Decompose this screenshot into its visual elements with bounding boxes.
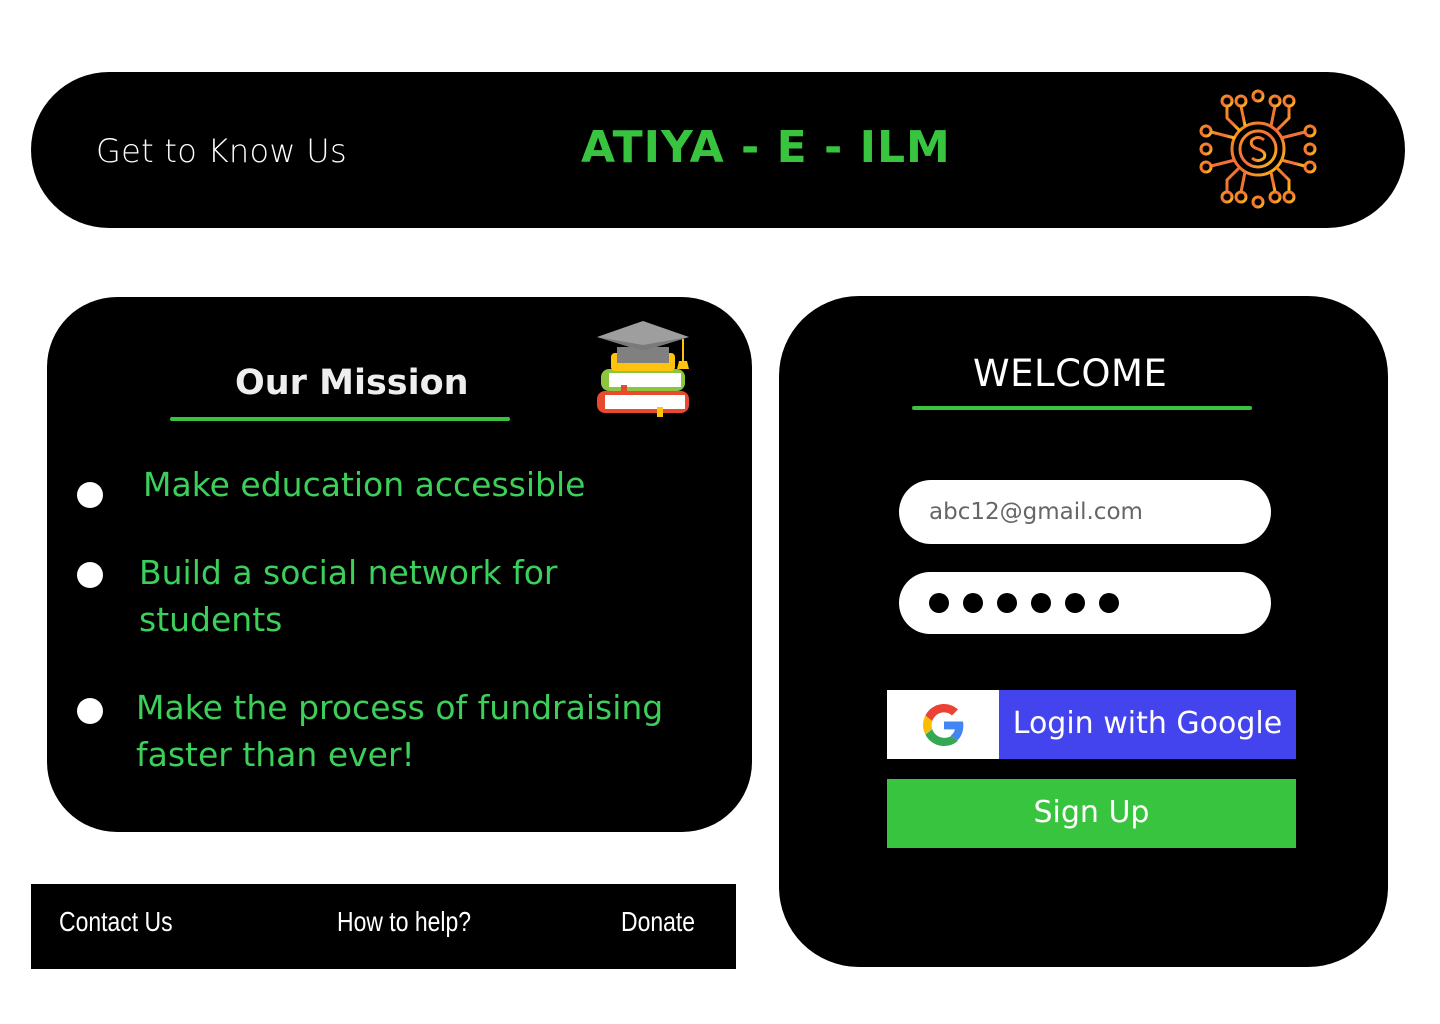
footer-nav: Contact Us How to help? Donate (31, 884, 736, 969)
login-panel: WELCOME abc12@gmail.com Login with Googl… (779, 296, 1388, 967)
get-to-know-us-link[interactable]: Get to Know Us (96, 132, 347, 170)
donate-link[interactable]: Donate (621, 906, 695, 938)
brand-title: ATIYA - E - ILM (581, 122, 951, 173)
password-field[interactable] (899, 572, 1271, 634)
sign-up-button[interactable]: Sign Up (887, 779, 1296, 848)
bullet-dot (77, 482, 103, 508)
header-bar: Get to Know Us ATIYA - E - ILM (31, 72, 1405, 228)
password-mask-dot (963, 593, 983, 613)
password-mask-dot (1031, 593, 1051, 613)
mission-title: Our Mission (235, 363, 469, 403)
login-with-google-button[interactable]: Login with Google (887, 690, 1296, 759)
login-with-google-label: Login with Google (999, 690, 1296, 759)
mission-item-1: Make education accessible (143, 465, 586, 504)
password-mask-dot (1099, 593, 1119, 613)
welcome-title-underline (912, 406, 1252, 410)
mission-item-2: Build a social network for students (139, 553, 558, 639)
books-graduation-cap-icon (597, 321, 689, 417)
coin-network-icon (1199, 89, 1317, 209)
password-mask-dot (929, 593, 949, 613)
mission-panel: Our Mission Make education accessible Bu… (47, 297, 752, 832)
email-field[interactable]: abc12@gmail.com (899, 480, 1271, 544)
mission-title-underline (170, 417, 510, 421)
how-to-help-link[interactable]: How to help? (337, 906, 471, 938)
mission-item-3: Make the process of fundraising faster t… (136, 688, 664, 774)
welcome-title: WELCOME (973, 352, 1168, 395)
bullet-dot (77, 698, 103, 724)
google-logo-icon (923, 704, 964, 746)
google-logo-box (887, 690, 999, 759)
contact-us-link[interactable]: Contact Us (59, 906, 173, 938)
bullet-dot (77, 562, 103, 588)
password-mask-dot (1065, 593, 1085, 613)
password-mask-dot (997, 593, 1017, 613)
